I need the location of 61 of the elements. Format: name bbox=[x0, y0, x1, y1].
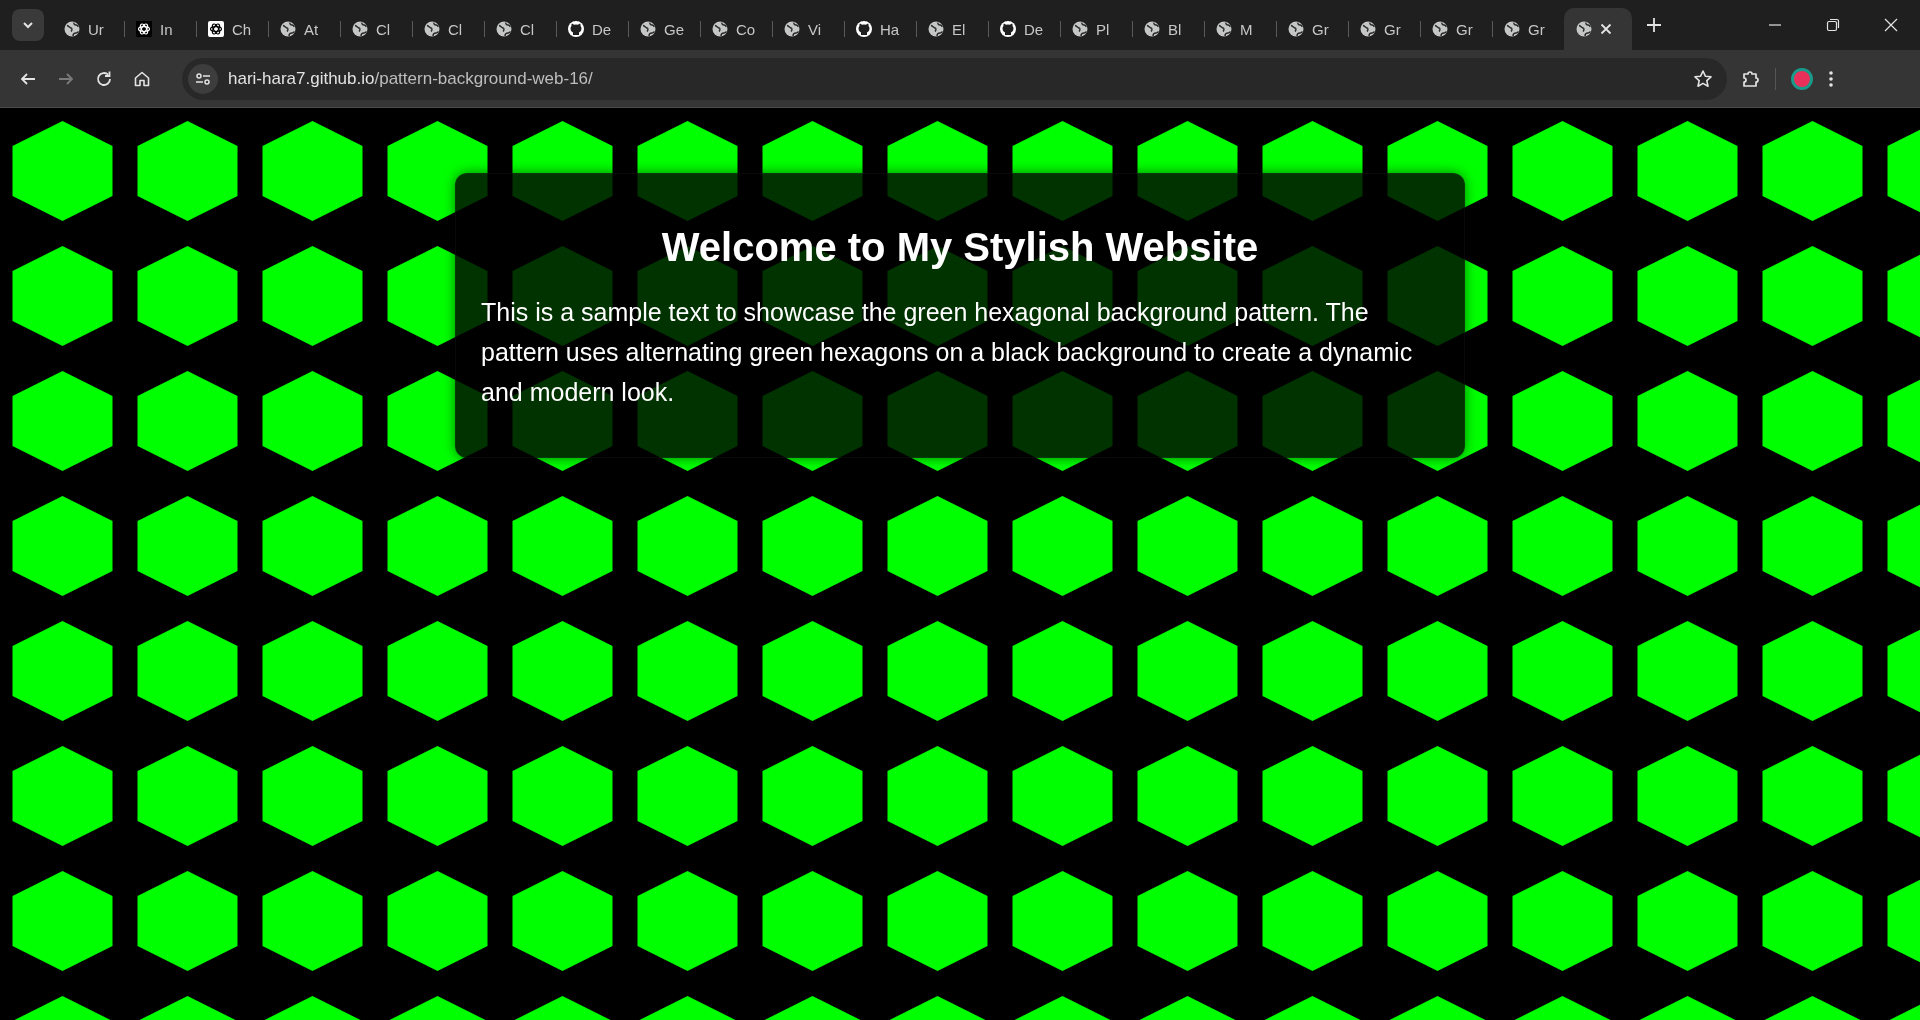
browser-tab[interactable]: M bbox=[1204, 8, 1276, 50]
globe-icon bbox=[1216, 21, 1232, 37]
globe-icon bbox=[1360, 21, 1376, 37]
browser-tab[interactable]: Vi bbox=[772, 8, 844, 50]
browser-tab[interactable]: Gr bbox=[1276, 8, 1348, 50]
new-tab-plus-icon[interactable] bbox=[1646, 17, 1662, 33]
browser-tab[interactable]: Bl bbox=[1132, 8, 1204, 50]
globe-icon bbox=[352, 21, 368, 37]
address-bar[interactable]: hari-hara7.github.io/pattern-background-web-16/ bbox=[182, 57, 1727, 100]
browser-tab[interactable]: Cl bbox=[340, 8, 412, 50]
browser-tab[interactable]: De bbox=[988, 8, 1060, 50]
close-icon[interactable] bbox=[1884, 18, 1898, 32]
browser-tab[interactable]: El bbox=[916, 8, 988, 50]
cat-icon bbox=[1000, 21, 1016, 37]
profile-avatar[interactable] bbox=[1790, 66, 1814, 91]
sliders-icon bbox=[195, 71, 211, 86]
browser-tab[interactable]: Cl bbox=[484, 8, 556, 50]
url-text: hari-hara7.github.io/pattern-background-web-16/ bbox=[228, 68, 593, 89]
cat-icon bbox=[568, 21, 584, 37]
globe-icon bbox=[424, 21, 440, 37]
browser-tab[interactable]: Gr bbox=[1348, 8, 1420, 50]
globe-icon bbox=[712, 21, 728, 37]
browser-tab[interactable]: At bbox=[268, 8, 340, 50]
home-icon[interactable] bbox=[133, 69, 151, 88]
browser-tab[interactable]: Pl bbox=[1060, 8, 1132, 50]
browser-tab[interactable]: Ha bbox=[844, 8, 916, 50]
globe-icon bbox=[1288, 21, 1304, 37]
globe-icon bbox=[928, 21, 944, 37]
browser-tab[interactable]: De bbox=[556, 8, 628, 50]
browser-tab[interactable]: In bbox=[124, 8, 196, 50]
globe-icon bbox=[64, 21, 80, 37]
browser-tab[interactable]: Gr bbox=[1420, 8, 1492, 50]
globe-icon bbox=[640, 21, 656, 37]
knot-icon bbox=[208, 21, 224, 37]
globe-icon bbox=[280, 21, 296, 37]
puzzle-icon[interactable] bbox=[1741, 68, 1761, 89]
menu-icon[interactable] bbox=[1828, 69, 1834, 88]
intro-paragraph: This is a sample text to showcase the green hexagonal background pattern. The pattern uses alternating green hexagons on a black background to create a dynamic and modern look. bbox=[481, 297, 1414, 408]
globe-icon bbox=[496, 21, 512, 37]
globe-icon bbox=[1504, 21, 1520, 37]
browser-tab[interactable]: Gr bbox=[1492, 8, 1564, 50]
browser-tab[interactable]: Ur bbox=[52, 8, 124, 50]
globe-icon bbox=[1144, 21, 1160, 37]
tab-search-button[interactable] bbox=[12, 9, 44, 41]
restore-icon[interactable] bbox=[1826, 18, 1840, 32]
globe-icon bbox=[1072, 21, 1088, 37]
globe-icon bbox=[784, 21, 800, 37]
browser-tab[interactable]: Cl bbox=[412, 8, 484, 50]
close-tab-icon[interactable] bbox=[1600, 23, 1612, 35]
knot-icon bbox=[136, 21, 152, 37]
reload-icon[interactable] bbox=[95, 69, 113, 88]
browser-tab[interactable]: Ge bbox=[628, 8, 700, 50]
browser-tab[interactable]: Co bbox=[700, 8, 772, 50]
browser-tab[interactable] bbox=[1564, 8, 1632, 50]
cat-icon bbox=[856, 21, 872, 37]
browser-tab[interactable]: Ch bbox=[196, 8, 268, 50]
page-heading: Welcome to My Stylish Website bbox=[660, 225, 1260, 270]
bookmark-star-icon[interactable] bbox=[1693, 68, 1713, 89]
site-settings-button[interactable] bbox=[188, 63, 218, 94]
globe-icon bbox=[1576, 21, 1592, 37]
globe-icon bbox=[1432, 21, 1448, 37]
